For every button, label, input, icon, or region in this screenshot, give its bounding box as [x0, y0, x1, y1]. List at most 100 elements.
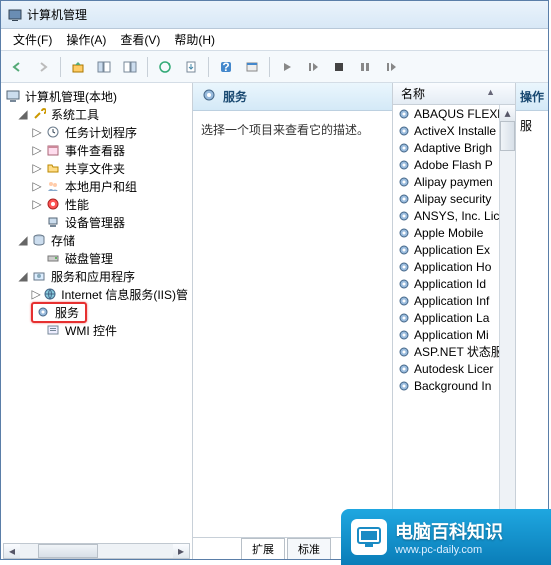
tree-device-manager[interactable]: ▷ 设备管理器: [3, 213, 190, 231]
scroll-left-button[interactable]: ◂: [4, 544, 20, 558]
service-name: ABAQUS FLEXl: [414, 107, 500, 121]
nav-forward-button[interactable]: [31, 55, 55, 79]
tree-services[interactable]: 服务: [3, 303, 190, 321]
service-name: Alipay paymen: [414, 175, 493, 189]
expand-icon[interactable]: ▷: [31, 179, 43, 193]
action-item[interactable]: 服: [520, 117, 544, 134]
tree-disk-management[interactable]: ▷ 磁盘管理: [3, 249, 190, 267]
gear-icon: [201, 87, 217, 106]
start-button[interactable]: [275, 55, 299, 79]
tree-horizontal-scrollbar[interactable]: ◂ ▸: [3, 543, 190, 559]
list-item[interactable]: Application Ho: [393, 258, 515, 275]
tree-label: 共享文件夹: [63, 160, 127, 177]
tree-performance[interactable]: ▷ 性能: [3, 195, 190, 213]
menu-view[interactable]: 查看(V): [114, 29, 166, 50]
service-name: ANSYS, Inc. Lic: [414, 209, 499, 223]
list-item[interactable]: ActiveX Installe: [393, 122, 515, 139]
menu-file[interactable]: 文件(F): [7, 29, 58, 50]
folder-icon: [45, 160, 61, 176]
expand-icon[interactable]: ▷: [31, 287, 41, 301]
expand-icon[interactable]: ▷: [31, 143, 43, 157]
collapse-icon[interactable]: ◢: [17, 107, 29, 121]
tab-extended[interactable]: 扩展: [241, 538, 285, 559]
app-icon: [7, 7, 23, 23]
restart-button[interactable]: [379, 55, 403, 79]
refresh-button[interactable]: [153, 55, 177, 79]
watermark-title: 电脑百科知识: [395, 518, 503, 544]
scrollbar-track[interactable]: [20, 544, 173, 558]
list-vertical-scrollbar[interactable]: ▴ ▾: [499, 105, 515, 543]
tree-task-scheduler[interactable]: ▷ 任务计划程序: [3, 123, 190, 141]
show-hide-action-button[interactable]: [118, 55, 142, 79]
scroll-right-button[interactable]: ▸: [173, 544, 189, 558]
titlebar: 计算机管理: [1, 1, 548, 29]
list-item[interactable]: Application La: [393, 309, 515, 326]
menu-action[interactable]: 操作(A): [60, 29, 112, 50]
list-item[interactable]: Apple Mobile: [393, 224, 515, 241]
list-item[interactable]: Autodesk Licer: [393, 360, 515, 377]
tree-panel: 计算机管理(本地) ◢ 系统工具 ▷ 任务计划程序 ▷ 事件查看器: [1, 83, 193, 559]
tree-label: 磁盘管理: [63, 250, 115, 267]
menu-help[interactable]: 帮助(H): [168, 29, 221, 50]
pause-button[interactable]: [353, 55, 377, 79]
service-name: Application Inf: [414, 294, 489, 308]
tree-wmi[interactable]: ▷ WMI 控件: [3, 321, 190, 339]
scrollbar-track[interactable]: [500, 121, 515, 527]
tree-system-tools[interactable]: ◢ 系统工具: [3, 105, 190, 123]
list-item[interactable]: Background In: [393, 377, 515, 394]
storage-icon: [31, 232, 47, 248]
up-button[interactable]: [66, 55, 90, 79]
iis-icon: [43, 286, 57, 302]
tree-label: 任务计划程序: [63, 124, 139, 141]
list-item[interactable]: Alipay security: [393, 190, 515, 207]
service-name: Application Id: [414, 277, 486, 291]
collapse-icon[interactable]: ◢: [17, 269, 29, 283]
show-hide-tree-button[interactable]: [92, 55, 116, 79]
list-item[interactable]: Adobe Flash P: [393, 156, 515, 173]
toolbar-separator: [269, 57, 270, 77]
tree-services-apps[interactable]: ◢ 服务和应用程序: [3, 267, 190, 285]
service-name: Autodesk Licer: [414, 362, 493, 376]
tree-local-users[interactable]: ▷ 本地用户和组: [3, 177, 190, 195]
tab-standard[interactable]: 标准: [287, 538, 331, 559]
collapse-icon[interactable]: ◢: [17, 233, 29, 247]
service-name: ActiveX Installe: [414, 124, 496, 138]
list-item[interactable]: Adaptive Brigh: [393, 139, 515, 156]
event-icon: [45, 142, 61, 158]
stop-button[interactable]: [327, 55, 351, 79]
list-item[interactable]: Application Mi: [393, 326, 515, 343]
list-item[interactable]: ASP.NET 状态服: [393, 343, 515, 360]
help-button[interactable]: ?: [214, 55, 238, 79]
tree-iis[interactable]: ▷ Internet 信息服务(IIS)管: [3, 285, 190, 303]
gear-icon: [397, 328, 411, 342]
list-item[interactable]: Alipay paymen: [393, 173, 515, 190]
scroll-up-button[interactable]: ▴: [500, 105, 515, 121]
list-item[interactable]: ANSYS, Inc. Lic: [393, 207, 515, 224]
tree-event-viewer[interactable]: ▷ 事件查看器: [3, 141, 190, 159]
export-button[interactable]: [179, 55, 203, 79]
expand-icon[interactable]: ▷: [31, 125, 43, 139]
properties-button[interactable]: [240, 55, 264, 79]
tree-root[interactable]: 计算机管理(本地): [3, 87, 190, 105]
column-header-name[interactable]: 名称 ▲: [393, 83, 515, 105]
expand-icon[interactable]: ▷: [31, 161, 43, 175]
list-item[interactable]: Application Inf: [393, 292, 515, 309]
service-name: Application Ho: [414, 260, 491, 274]
gear-icon: [397, 209, 411, 223]
gear-icon: [397, 141, 411, 155]
toolbar: ?: [1, 51, 548, 83]
tree-label: 服务: [53, 304, 81, 321]
list-item[interactable]: Application Id: [393, 275, 515, 292]
nav-back-button[interactable]: [5, 55, 29, 79]
tree-shared-folders[interactable]: ▷ 共享文件夹: [3, 159, 190, 177]
service-name: Background In: [414, 379, 491, 393]
watermark-url: www.pc-daily.com: [395, 544, 503, 556]
scrollbar-thumb[interactable]: [500, 121, 515, 151]
list-item[interactable]: Application Ex: [393, 241, 515, 258]
pause-start-button[interactable]: [301, 55, 325, 79]
expand-icon[interactable]: ▷: [31, 197, 43, 211]
scrollbar-thumb[interactable]: [38, 544, 98, 558]
center-panel: 服务 选择一个项目来查看它的描述。 扩展 标准 名称 ▲ ABAQUS FLEX…: [193, 83, 548, 559]
list-item[interactable]: ABAQUS FLEXl: [393, 105, 515, 122]
tree-storage[interactable]: ◢ 存储: [3, 231, 190, 249]
